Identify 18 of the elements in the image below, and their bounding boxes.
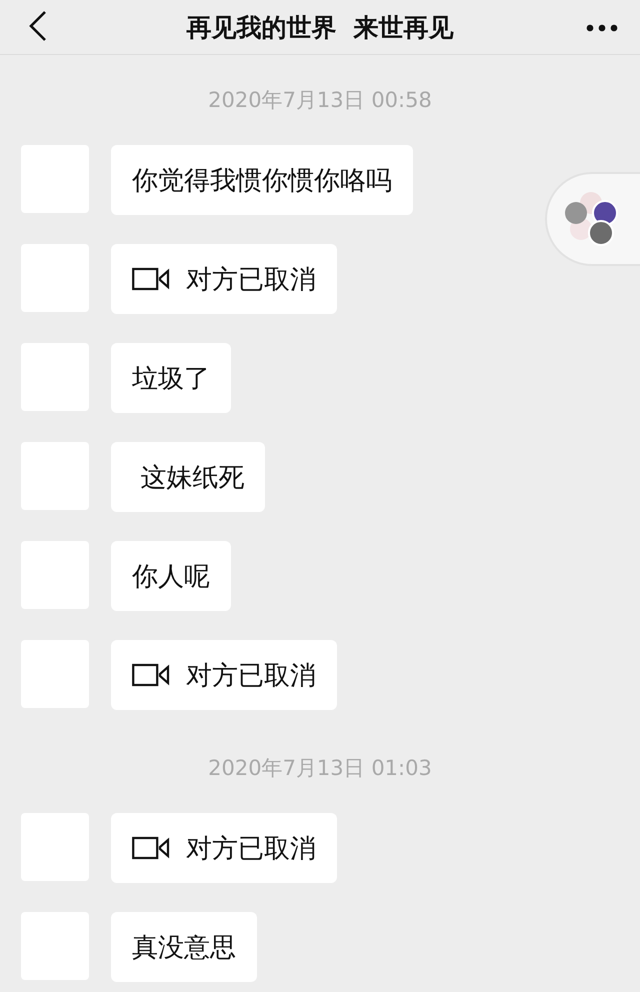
video-camera-icon xyxy=(132,267,170,291)
message-bubble: 真没意思 xyxy=(111,912,257,982)
message-bubble: 垃圾了 xyxy=(111,343,231,413)
message-bubble: 你觉得我惯你惯你咯吗 xyxy=(111,145,413,215)
flower-icon xyxy=(563,191,619,247)
more-icon[interactable] xyxy=(586,24,618,32)
video-camera-icon xyxy=(132,836,170,860)
video-call-bubble: 对方已取消 xyxy=(111,244,337,314)
message-bubble: 你人呢 xyxy=(111,541,231,611)
floating-window-button[interactable] xyxy=(545,172,640,266)
video-call-bubble: 对方已取消 xyxy=(111,813,337,883)
video-camera-icon xyxy=(132,663,170,687)
message-bubble: 这妹纸死 xyxy=(111,442,266,512)
video-call-bubble: 对方已取消 xyxy=(111,640,337,710)
back-icon[interactable] xyxy=(28,10,48,42)
timestamp: 2020年7月13日 01:03 xyxy=(208,756,432,780)
chat-title: 再见我的世界 来世再见 xyxy=(186,12,454,44)
timestamp: 2020年7月13日 00:58 xyxy=(208,88,432,112)
